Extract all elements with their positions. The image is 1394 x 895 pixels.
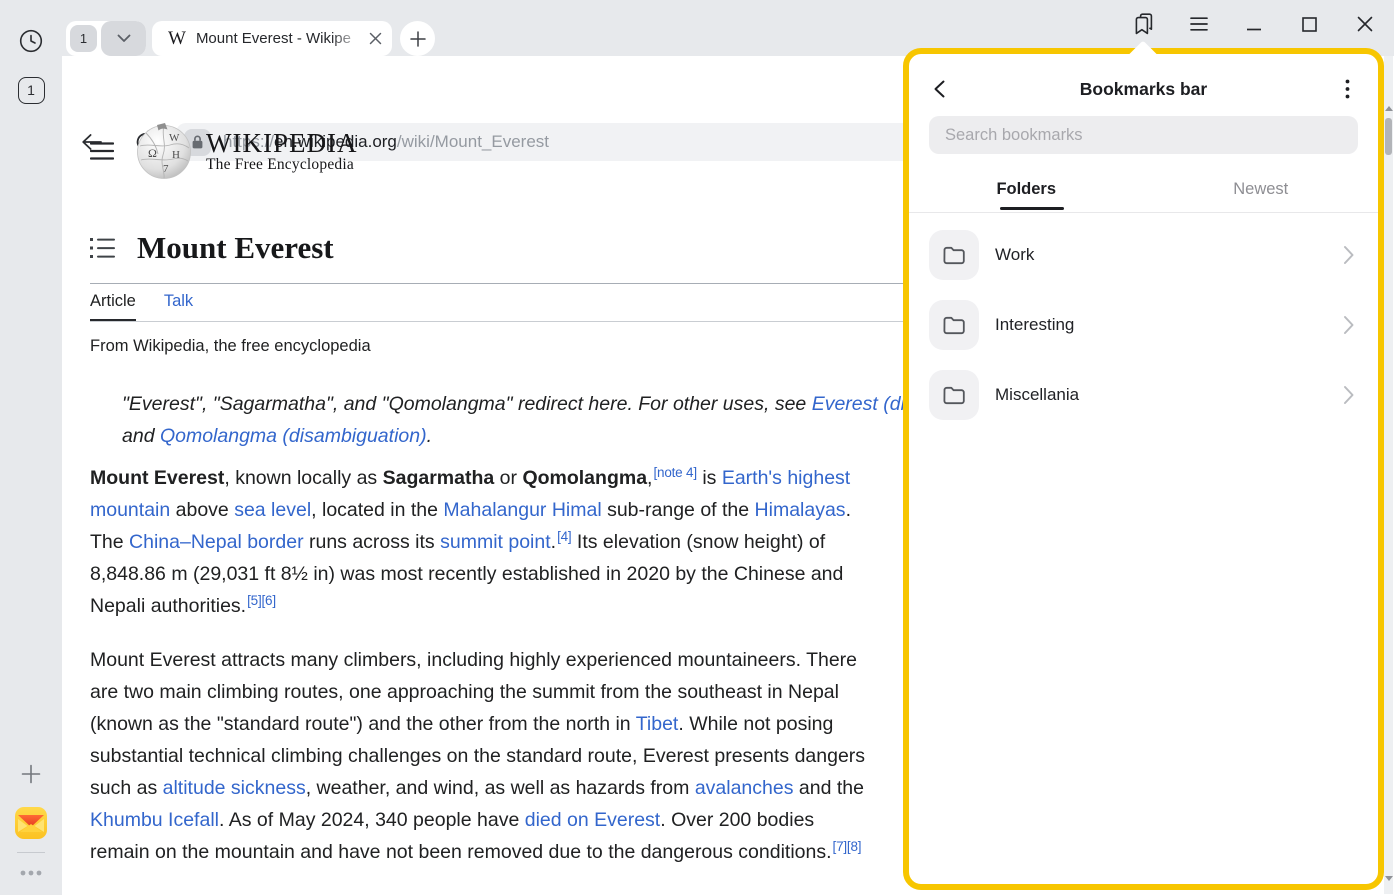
panel-back-button[interactable] xyxy=(923,72,957,106)
folder-icon xyxy=(941,242,967,268)
active-tab-underline xyxy=(1000,207,1064,210)
hamburger-icon xyxy=(1190,17,1208,31)
maximize-button[interactable] xyxy=(1286,0,1332,48)
maximize-icon xyxy=(1302,17,1317,32)
chevron-left-icon xyxy=(931,79,949,99)
scrollbar[interactable] xyxy=(1384,56,1393,894)
bookmarks-search-input[interactable] xyxy=(929,116,1358,154)
svg-text:H: H xyxy=(172,149,180,161)
scrollbar-thumb[interactable] xyxy=(1385,118,1392,155)
clock-icon xyxy=(18,28,44,54)
sidebar-more-button[interactable] xyxy=(0,866,62,880)
folder-row[interactable]: Miscellania xyxy=(909,360,1378,430)
wikipedia-wordmark[interactable]: WIKIPEDIA The Free Encyclopedia xyxy=(206,130,357,173)
folder-row[interactable]: Interesting xyxy=(909,290,1378,360)
folder-row[interactable]: Work xyxy=(909,220,1378,290)
mail-icon xyxy=(14,806,48,840)
tab-count-badge: 1 xyxy=(18,77,45,104)
tab-group-pill[interactable]: 1 xyxy=(66,21,146,56)
sidebar-add-button[interactable] xyxy=(0,762,62,786)
list-icon xyxy=(90,237,115,259)
tab-close-button[interactable] xyxy=(369,32,382,45)
folder-list: Work Interesting Miscellania xyxy=(909,220,1378,430)
svg-text:Ω: Ω xyxy=(148,146,157,160)
chevron-right-icon xyxy=(1338,314,1358,336)
panel-title: Bookmarks bar xyxy=(909,68,1378,110)
browser-window: 1 xyxy=(0,0,1394,895)
chevron-down-icon xyxy=(117,34,131,43)
folder-tile xyxy=(929,300,979,350)
plus-icon xyxy=(19,762,43,786)
tab-article[interactable]: Article xyxy=(90,292,136,321)
page-subtitle: From Wikipedia, the free encyclopedia xyxy=(90,337,371,356)
toc-button[interactable] xyxy=(90,237,115,259)
minimize-icon xyxy=(1246,16,1262,32)
sidebar-divider xyxy=(0,851,62,853)
paragraph-2: Mount Everest attracts many climbers, in… xyxy=(90,644,865,868)
active-tab[interactable]: W Mount Everest - Wikipe xyxy=(152,21,392,56)
close-button[interactable] xyxy=(1342,0,1388,48)
url-path: /wiki/Mount_Everest xyxy=(397,132,549,151)
history-button[interactable] xyxy=(0,28,62,54)
bookmarks-icon xyxy=(1131,11,1157,37)
folder-tile xyxy=(929,230,979,280)
kebab-icon xyxy=(1345,79,1350,99)
chevron-right-icon xyxy=(1338,384,1358,406)
tab-talk[interactable]: Talk xyxy=(164,292,193,321)
scroll-up-button[interactable] xyxy=(1384,106,1393,114)
tab-folders[interactable]: Folders xyxy=(909,166,1144,213)
paragraph-1: Mount Everest, known locally as Sagarmat… xyxy=(90,462,851,622)
wikipedia-favicon: W xyxy=(168,28,186,50)
bookmarks-panel: Bookmarks bar Folders Newest xyxy=(903,48,1384,890)
panel-menu-button[interactable] xyxy=(1330,72,1364,106)
folder-label: Interesting xyxy=(995,315,1338,335)
folder-label: Work xyxy=(995,245,1338,265)
folder-label: Miscellania xyxy=(995,385,1338,405)
plus-icon xyxy=(410,31,426,47)
menu-button[interactable] xyxy=(1176,0,1222,48)
new-tab-button[interactable] xyxy=(400,21,435,56)
tab-newest[interactable]: Newest xyxy=(1144,166,1379,213)
hatnote: "Everest", "Sagarmatha", and "Qomolangma… xyxy=(122,388,1027,452)
svg-text:7: 7 xyxy=(163,163,169,175)
page-title: Mount Everest xyxy=(137,230,334,266)
ellipsis-icon xyxy=(19,869,43,877)
folder-tile xyxy=(929,370,979,420)
mail-app-button[interactable] xyxy=(0,806,62,840)
folder-icon xyxy=(941,312,967,338)
close-icon xyxy=(1357,16,1373,32)
tab-group-expand[interactable] xyxy=(101,21,146,56)
scroll-down-button[interactable] xyxy=(1384,876,1393,884)
svg-text:W: W xyxy=(169,132,180,144)
folder-icon xyxy=(941,382,967,408)
sidebar: 1 xyxy=(0,0,62,895)
wikipedia-logo[interactable]: Ω W H 7 xyxy=(136,122,192,180)
tab-group-count: 1 xyxy=(70,25,97,52)
chevron-right-icon xyxy=(1338,244,1358,266)
minimize-button[interactable] xyxy=(1231,0,1277,48)
wiki-menu-button[interactable] xyxy=(90,142,114,160)
sidebar-tab-counter[interactable]: 1 xyxy=(0,76,62,104)
wikipedia-tagline: The Free Encyclopedia xyxy=(206,156,357,173)
tab-title: Mount Everest - Wikipe xyxy=(196,30,369,47)
panel-tabs-divider xyxy=(909,212,1378,213)
hamburger-icon xyxy=(90,142,114,160)
